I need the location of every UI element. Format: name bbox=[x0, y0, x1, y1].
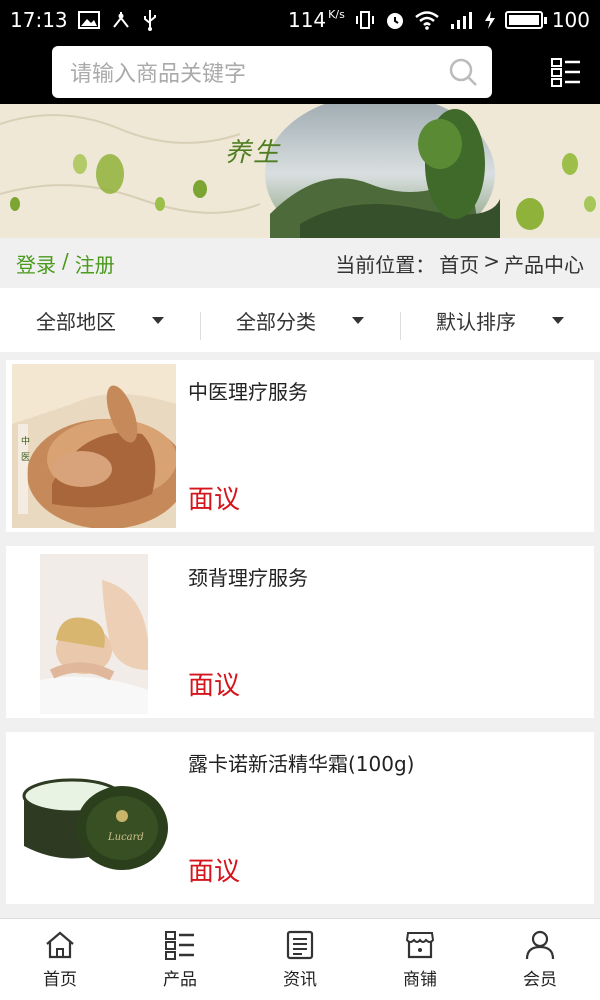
product-name[interactable]: 颈背理疗服务 bbox=[188, 562, 588, 591]
product-price: 面议 bbox=[188, 857, 241, 887]
category-filter[interactable]: 全部分类 bbox=[200, 306, 400, 340]
search-icon[interactable] bbox=[448, 57, 478, 87]
product-name[interactable]: 露卡诺新活精华霜(100g) bbox=[188, 748, 588, 777]
product-image[interactable] bbox=[12, 550, 176, 714]
account-links: 登录 / 注册 bbox=[16, 249, 115, 278]
home-icon bbox=[46, 931, 74, 959]
banner-title: 养生 bbox=[225, 138, 282, 168]
sort-filter[interactable]: 默认排序 bbox=[400, 306, 600, 340]
share-icon bbox=[112, 12, 129, 28]
product-price: 面议 bbox=[188, 485, 241, 515]
nav-label: 会员 bbox=[523, 970, 557, 990]
caret-down-icon bbox=[552, 316, 564, 324]
svg-text:Lucard: Lucard bbox=[107, 832, 144, 843]
nav-item-news[interactable]: 资讯 bbox=[240, 919, 360, 1000]
category-filter-label: 全部分类 bbox=[236, 309, 316, 334]
banner[interactable]: 养生 bbox=[0, 104, 600, 238]
status-bar: 17:13 114 K/s 100 bbox=[0, 0, 600, 40]
search-input[interactable]: 请输入商品关键字 bbox=[52, 46, 492, 98]
product-info: 颈背理疗服务 面议 bbox=[176, 550, 588, 714]
usb-icon bbox=[143, 10, 156, 31]
banner-image bbox=[0, 104, 600, 238]
user-icon bbox=[525, 930, 555, 960]
battery-icon bbox=[504, 11, 547, 29]
status-time: 17:13 bbox=[10, 8, 68, 32]
battery-level: 100 bbox=[551, 8, 590, 32]
breadcrumb-arrow: > bbox=[483, 248, 500, 273]
breadcrumb-home[interactable]: 首页 bbox=[439, 249, 479, 278]
account-separator: / bbox=[62, 248, 69, 273]
svg-text:中: 中 bbox=[21, 435, 30, 447]
breadcrumb-bar: 登录 / 注册 当前位置： 首页 > 产品中心 bbox=[0, 238, 600, 288]
network-speed: 114 K/s bbox=[287, 8, 345, 32]
product-list: 中 医 中医理疗服务 面议 颈背理疗服务 面议 Lucard 露卡诺新活精华霜(… bbox=[0, 352, 600, 904]
alarm-icon bbox=[386, 13, 403, 29]
news-icon bbox=[286, 930, 314, 960]
category-menu-icon[interactable] bbox=[550, 56, 582, 88]
product-info: 中医理疗服务 面议 bbox=[176, 364, 588, 528]
nav-label: 首页 bbox=[43, 970, 77, 990]
nav-label: 商铺 bbox=[403, 970, 437, 990]
product-info: 露卡诺新活精华霜(100g) 面议 bbox=[176, 736, 588, 900]
nav-item-home[interactable]: 首页 bbox=[0, 919, 120, 1000]
signal-icon bbox=[450, 12, 472, 29]
product-card[interactable]: 颈背理疗服务 面议 bbox=[6, 546, 594, 718]
nav-item-products[interactable]: 产品 bbox=[120, 919, 240, 1000]
nav-item-store[interactable]: 商铺 bbox=[360, 919, 480, 1000]
product-card[interactable]: 中 医 中医理疗服务 面议 bbox=[6, 360, 594, 532]
breadcrumb: 当前位置： 首页 > 产品中心 bbox=[335, 249, 584, 278]
grid-list-icon bbox=[165, 931, 194, 960]
sort-filter-label: 默认排序 bbox=[436, 309, 516, 334]
breadcrumb-current: 产品中心 bbox=[504, 252, 584, 277]
filter-bar: 全部地区 全部分类 默认排序 bbox=[0, 288, 600, 352]
product-name[interactable]: 中医理疗服务 bbox=[188, 376, 588, 405]
product-image[interactable]: Lucard bbox=[12, 736, 176, 900]
search-placeholder: 请输入商品关键字 bbox=[70, 62, 247, 87]
store-icon bbox=[405, 932, 435, 959]
charging-icon bbox=[484, 11, 495, 29]
header: 请输入商品关键字 bbox=[0, 40, 600, 104]
caret-down-icon bbox=[152, 316, 164, 324]
region-filter-label: 全部地区 bbox=[36, 309, 116, 334]
svg-text:医: 医 bbox=[21, 452, 30, 463]
product-card[interactable]: Lucard 露卡诺新活精华霜(100g) 面议 bbox=[6, 732, 594, 904]
register-link[interactable]: 注册 bbox=[75, 249, 115, 278]
login-link[interactable]: 登录 bbox=[16, 249, 56, 278]
nav-label: 资讯 bbox=[283, 970, 317, 990]
nav-label: 产品 bbox=[163, 970, 197, 990]
product-image[interactable]: 中 医 bbox=[12, 364, 176, 528]
nav-item-member[interactable]: 会员 bbox=[480, 919, 600, 1000]
product-price: 面议 bbox=[188, 671, 241, 701]
image-icon bbox=[77, 11, 100, 29]
bottom-nav: 首页 产品 资讯 商铺 会员 bbox=[0, 918, 600, 1000]
wifi-icon bbox=[415, 11, 439, 30]
vibrate-icon bbox=[355, 11, 374, 29]
caret-down-icon bbox=[352, 316, 364, 324]
breadcrumb-label: 当前位置： bbox=[335, 252, 436, 277]
region-filter[interactable]: 全部地区 bbox=[0, 306, 200, 335]
